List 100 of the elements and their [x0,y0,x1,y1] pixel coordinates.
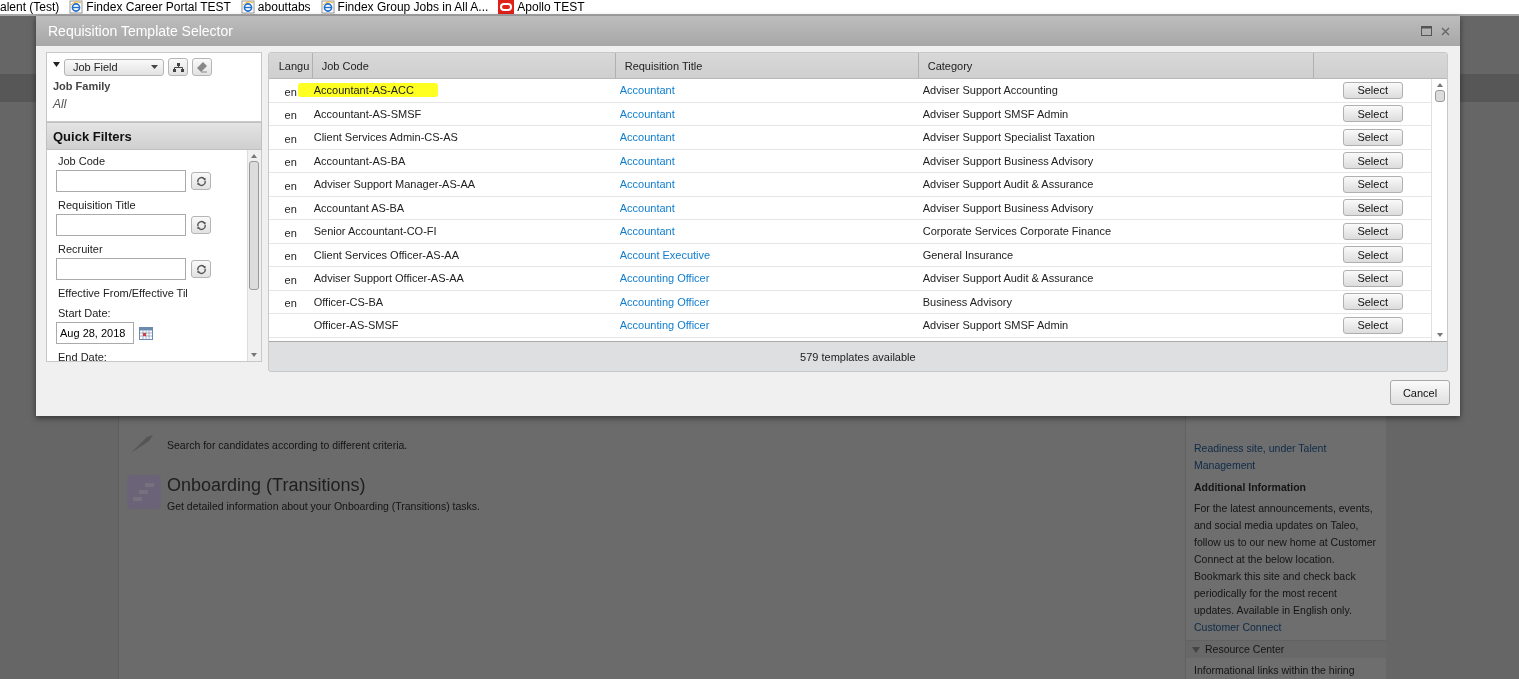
hierarchy-button[interactable] [168,58,188,76]
select-button[interactable]: Select [1342,269,1403,287]
dropdown-arrow-icon [151,65,158,69]
requisition-title-link[interactable]: Accounting Officer [619,272,710,285]
maximize-icon[interactable] [1421,26,1432,36]
scroll-up-icon[interactable] [1436,83,1443,87]
scrollbar[interactable] [1431,79,1447,341]
category-cell: Corporate Services Corporate Finance [922,225,1111,238]
requisition-title-link[interactable]: Accountant [619,154,675,167]
category-cell: Adviser Support Audit & Assurance [922,178,1094,191]
bookmark-link[interactable]: alent (Test) [0,0,60,14]
job-code-cell-text: Officer-CS-BA [313,294,385,309]
collapse-icon [1192,646,1200,653]
field-label: Requisition Title [58,198,137,213]
category-cell: General Insurance [922,248,1014,261]
quick-filters-header: Quick Filters [46,122,262,150]
requisition-title-link[interactable]: Accountant [619,201,675,214]
category-cell: Adviser Support SMSF Admin [922,319,1069,332]
scroll-up-icon[interactable] [251,154,258,158]
language-cell: en [284,85,297,98]
hierarchy-icon [172,62,184,72]
job-code-cell-text: Adviser Support Officer-AS-AA [313,271,465,286]
scroll-down-icon[interactable] [1436,333,1443,337]
collapse-icon[interactable] [53,62,60,67]
language-cell: en [284,179,297,192]
language-cell: en [284,132,297,145]
select-button[interactable]: Select [1342,175,1403,193]
bookmark-link[interactable]: Findex Group Jobs in All A... [320,0,489,14]
select-button[interactable]: Select [1342,152,1403,170]
scroll-thumb[interactable] [249,161,260,290]
select-button[interactable]: Select [1342,246,1403,264]
select-button[interactable]: Select [1342,316,1403,334]
cancel-button[interactable]: Cancel [1390,380,1450,405]
requisition-title-link[interactable]: Accountant [619,107,675,120]
close-icon[interactable] [1441,26,1450,36]
job-code-cell-text: Accountant-AS-SMSF [313,106,423,121]
category-cell: Adviser Support Business Advisory [922,154,1094,167]
scroll-thumb[interactable] [1434,90,1445,102]
refresh-button[interactable] [191,260,211,278]
eraser-icon [196,61,208,73]
filter-input[interactable] [56,170,186,192]
job-code-cell-text: Officer-AS-SMSF [313,318,400,333]
bookmark-link[interactable]: Findex Career Portal TEST [69,0,231,14]
category-cell: Business Advisory [922,295,1012,308]
language-cell: en [284,156,297,169]
scroll-down-icon[interactable] [251,353,258,357]
refresh-button[interactable] [191,172,211,190]
category-cell: Adviser Support SMSF Admin [922,107,1069,120]
requisition-title-link[interactable]: Accountant [619,178,675,191]
requisition-title-link[interactable]: Accounting Officer [619,295,710,308]
column-header[interactable]: Category [918,53,1314,78]
refresh-icon [195,219,207,231]
field-label: End Date: [58,350,108,361]
filter-input[interactable] [56,214,186,236]
language-cell: en [284,203,297,216]
select-button[interactable]: Select [1342,105,1403,123]
language-cell: en [284,297,297,310]
job-code-cell-text: Accountant-AS-BA [313,153,407,168]
requisition-title-link[interactable]: Accountant [619,84,675,97]
column-header[interactable]: Requisition Title [615,53,919,78]
language-cell: en [284,226,297,239]
date-input[interactable]: Aug 28, 2018 [56,322,134,344]
job-code-cell-text: Senior Accountant-CO-FI [313,224,438,239]
select-button[interactable]: Select [1342,293,1403,311]
field-label: Start Date: [58,306,112,321]
language-cell: en [284,109,297,122]
section-text: Informational links within the hiring [1194,663,1356,678]
select-button[interactable]: Select [1342,81,1403,99]
tree-label: Job Family [53,80,112,92]
bookmark-link[interactable]: Apollo TEST [498,0,585,14]
requisition-title-link[interactable]: Accounting Officer [619,319,710,332]
select-button[interactable]: Select [1342,199,1403,217]
requisition-title-link[interactable]: Account Executive [619,248,711,261]
field-label: Job Code [58,154,107,169]
tree-value[interactable]: All [53,97,255,111]
requisition-title-link[interactable]: Accountant [619,131,675,144]
info-paragraph: For the latest announcements, events, and social media updates on Taleo, follow us to our new home at Customer Connect at the below location. Bookmark this site and check back periodically for the most recent updates. Available in English only. [1194,501,1378,618]
select-button[interactable]: Select [1342,222,1403,240]
scrollbar[interactable] [246,150,261,361]
refresh-icon [195,263,207,275]
job-code-cell-text: Adviser Support Manager-AS-AA [313,177,477,192]
bookmark-link[interactable]: abouttabs [240,0,311,14]
category-cell: Adviser Support Business Advisory [922,201,1094,214]
language-cell: en [284,273,297,286]
category-cell: Adviser Support Audit & Assurance [922,272,1094,285]
refresh-button[interactable] [191,216,211,234]
field-label: Recruiter [58,242,104,257]
templates-count: 579 templates available [800,350,916,363]
language-cell: en [284,250,297,263]
category-cell: Adviser Support Specialist Taxation [922,131,1095,144]
category-cell: Adviser Support Accounting [922,84,1058,97]
select-button[interactable]: Select [1342,128,1403,146]
field-label: Effective From/Effective Til [58,286,189,301]
column-header[interactable]: Job Code [312,53,616,78]
calendar-icon[interactable] [139,326,153,340]
requisition-title-link[interactable]: Accountant [619,225,675,238]
job-field-dropdown[interactable]: Job Field [64,58,164,76]
section-description: Get detailed information about your Onboarding (Transitions) tasks. [167,500,481,512]
filter-input[interactable] [56,258,186,280]
column-header[interactable]: Langu [268,53,313,78]
